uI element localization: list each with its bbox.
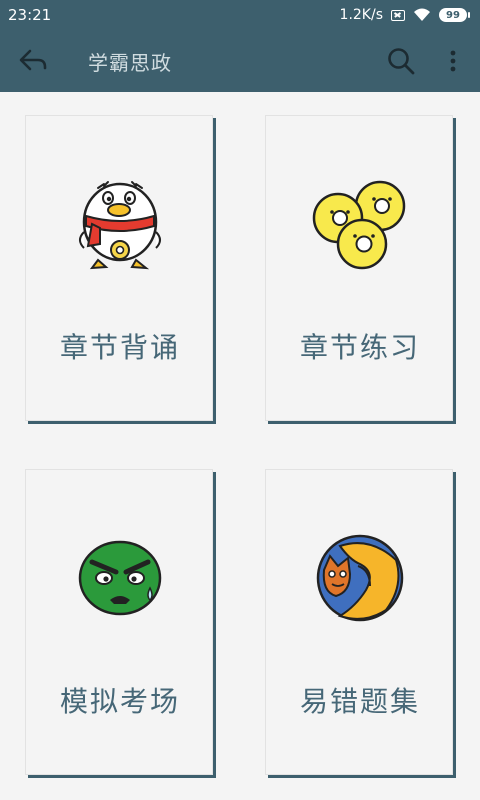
network-speed: 1.2K/s — [339, 7, 383, 23]
three-chicks-icon — [312, 180, 406, 270]
card-chapter-recitation[interactable]: 章节背诵 — [25, 115, 213, 421]
more-vertical-icon — [450, 50, 456, 72]
card-mock-exam[interactable]: 模拟考场 — [25, 469, 213, 775]
card-label: 章节背诵 — [59, 331, 180, 364]
back-button[interactable] — [14, 44, 54, 78]
status-bar: 23:21 1.2K/s 99 — [0, 0, 480, 30]
more-options-button[interactable] — [440, 44, 466, 78]
angry-green-face-icon — [78, 540, 162, 616]
status-indicators: 1.2K/s 99 — [340, 7, 470, 23]
card-label: 章节练习 — [299, 331, 420, 364]
battery-level: 99 — [439, 8, 467, 22]
status-time: 23:21 — [8, 6, 52, 24]
fox-globe-icon — [316, 534, 404, 622]
battery-tip — [468, 12, 470, 18]
back-arrow-icon — [19, 49, 47, 71]
penguin-with-scarf-icon — [79, 181, 161, 270]
card-error-prone-questions[interactable]: 易错题集 — [265, 469, 453, 775]
card-label: 易错题集 — [299, 685, 420, 718]
battery-icon: 99 — [439, 8, 470, 22]
card-chapter-practice[interactable]: 章节练习 — [265, 115, 453, 421]
search-icon — [388, 48, 415, 75]
page-title: 学霸思政 — [88, 51, 172, 75]
no-sim-icon — [391, 9, 405, 21]
app-bar: 学霸思政 — [0, 30, 480, 92]
search-button[interactable] — [384, 44, 418, 78]
card-label: 模拟考场 — [59, 685, 180, 718]
wifi-icon — [414, 8, 430, 21]
